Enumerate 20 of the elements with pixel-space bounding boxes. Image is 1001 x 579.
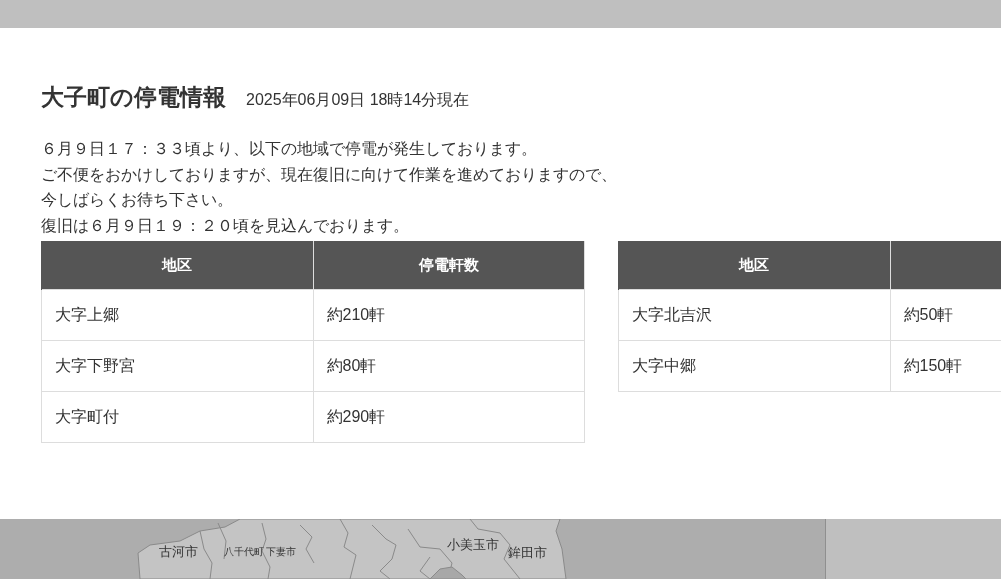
map-label: 下妻市 [266,546,296,558]
notice-text: ６月９日１７：３３頃より、以下の地域で停電が発生しております。 ご不便をおかけしておりますが、現在復旧に向けて作業を進めておりますので、 今しばらくお待ち下さい。 復旧は６月９日１９：２０頃を見込んでおります。 [41,139,618,236]
table-cell: 約210軒 [313,289,585,341]
dialog-title: 大子町の停電情報 [41,83,226,111]
table-cell: 大字中郷 [618,340,890,392]
map-label: 八千代町 [224,546,264,558]
table-cell: 大字下野宮 [41,340,313,392]
column-header: 地区 [618,241,890,290]
column-header: 停電軒数 [313,241,585,290]
table-cell: 約50軒 [890,289,1001,341]
table-cell: 大字北吉沢 [618,289,890,341]
table-cell: 約80軒 [313,340,585,392]
update-timestamp: 2025年06月09日 18時14分現在 [246,90,470,110]
map-label: 古河市 [159,544,198,560]
table-cell: 約290軒 [313,391,585,443]
column-header: 地区 [41,241,313,290]
map-label: 小美玉市 [447,537,499,553]
map-label: 鉾田市 [508,545,547,561]
table-cell: 大字上郷 [41,289,313,341]
table-cell: 大字町付 [41,391,313,443]
